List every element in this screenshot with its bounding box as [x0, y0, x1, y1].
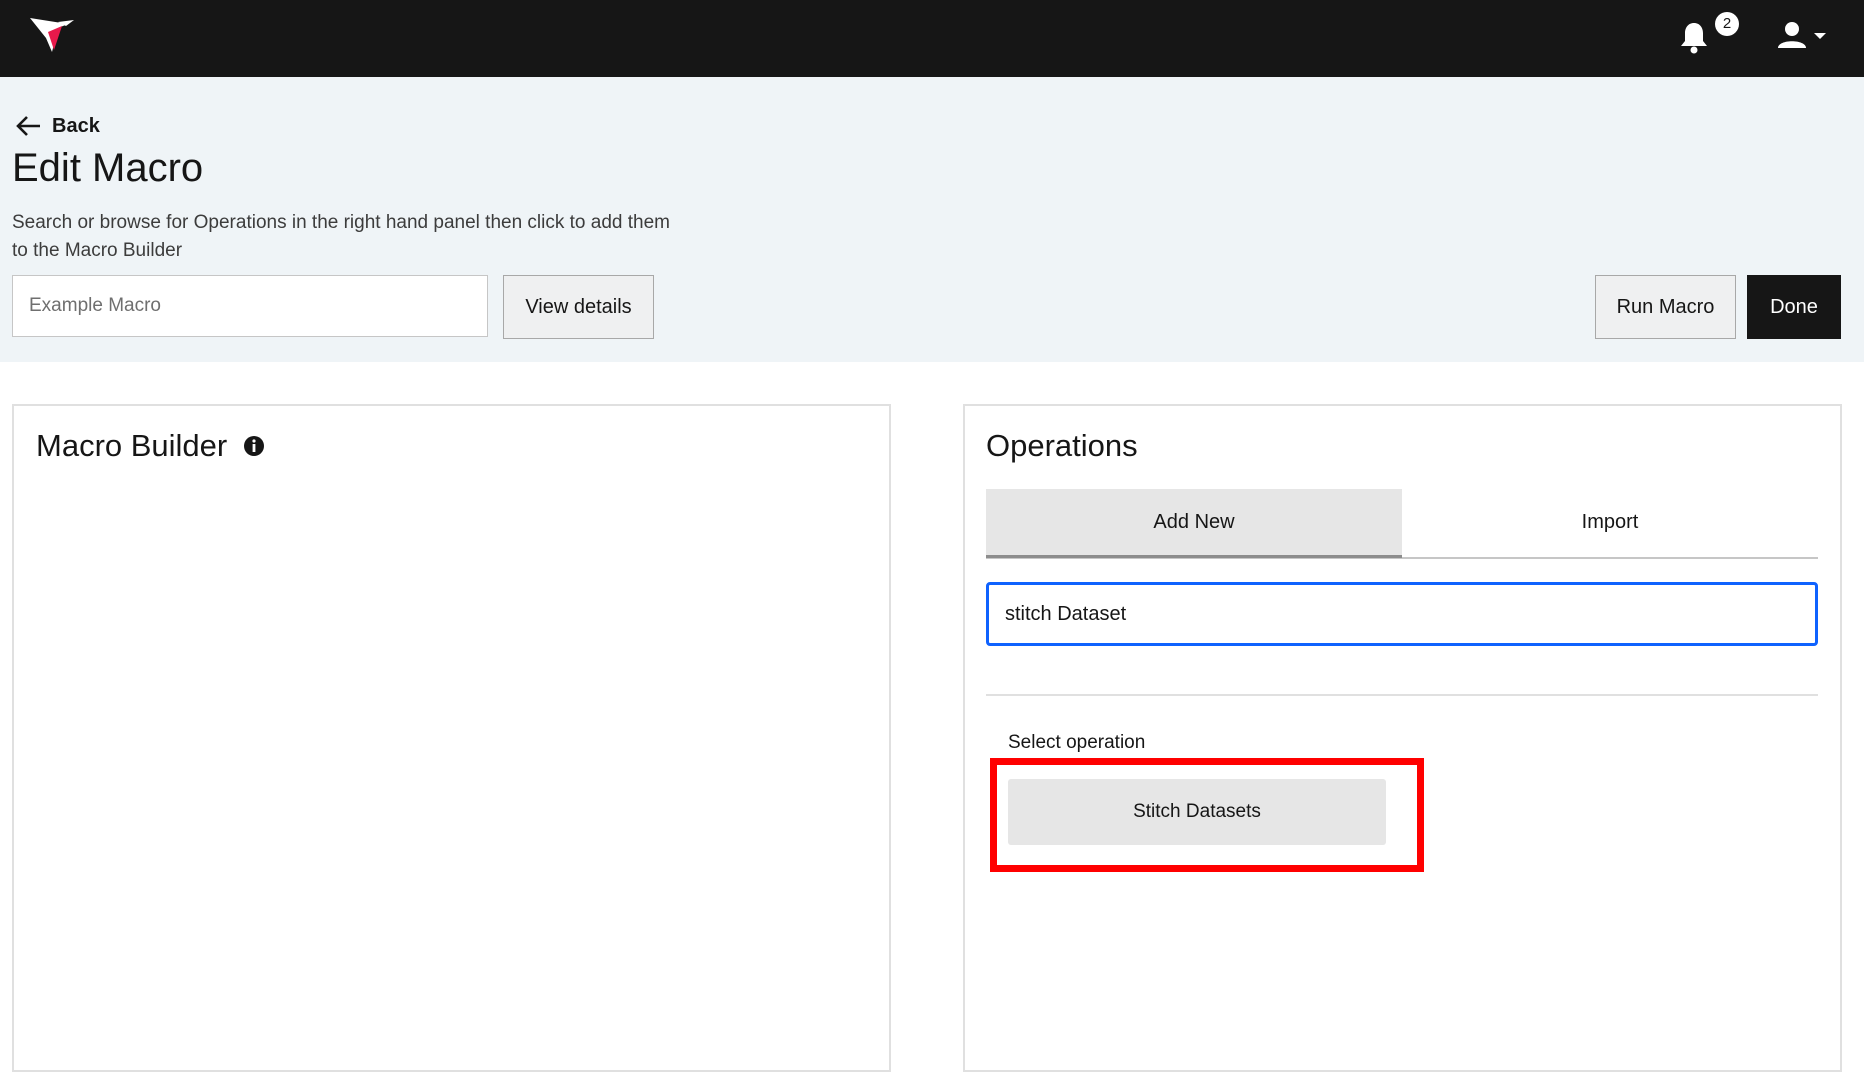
- user-icon: [1778, 22, 1806, 48]
- done-button[interactable]: Done: [1747, 275, 1841, 339]
- operation-search-input[interactable]: [986, 582, 1818, 646]
- view-details-button[interactable]: View details: [503, 275, 654, 339]
- info-icon[interactable]: [243, 435, 265, 457]
- divider: [986, 694, 1818, 696]
- bell-icon[interactable]: [1678, 20, 1710, 54]
- macro-builder-title: Macro Builder: [36, 428, 228, 463]
- caret-down-icon: [1814, 33, 1826, 39]
- operations-title: Operations: [986, 428, 1138, 463]
- page-description: Search or browse for Operations in the r…: [12, 212, 670, 261]
- arrow-left-icon: [16, 116, 40, 136]
- stitch-datasets-button[interactable]: Stitch Datasets: [1008, 779, 1386, 845]
- macro-name-input[interactable]: [12, 275, 488, 337]
- macro-builder-heading: Macro Builder: [36, 428, 265, 464]
- hummingbird-logo-icon[interactable]: [28, 14, 76, 56]
- page-title: Edit Macro: [12, 146, 204, 190]
- top-nav-bar: 2: [0, 0, 1864, 77]
- back-label: Back: [52, 114, 100, 137]
- tab-add-new[interactable]: Add New: [986, 489, 1402, 558]
- back-link[interactable]: Back: [14, 112, 100, 140]
- tab-import[interactable]: Import: [1402, 489, 1818, 555]
- notification-count-badge: 2: [1715, 12, 1739, 36]
- select-operation-label: Select operation: [1008, 732, 1146, 753]
- operations-tabs: Add New Import: [986, 489, 1818, 559]
- macro-builder-panel: [12, 404, 891, 1072]
- user-menu[interactable]: [1774, 20, 1834, 50]
- run-macro-button[interactable]: Run Macro: [1595, 275, 1736, 339]
